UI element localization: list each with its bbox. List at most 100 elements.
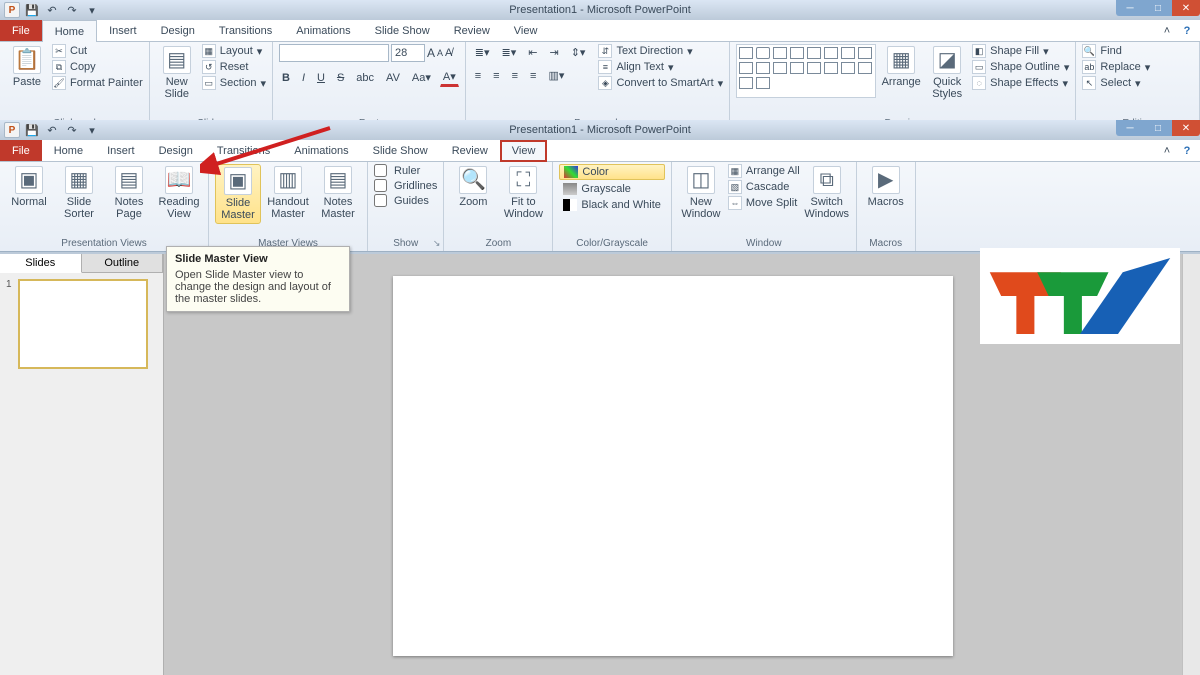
- normal-view-button[interactable]: ▣Normal: [6, 164, 52, 208]
- copy-button[interactable]: ⧉Copy: [52, 60, 143, 74]
- find-button[interactable]: 🔍Find: [1082, 44, 1150, 58]
- quick-styles-button[interactable]: ◪Quick Styles: [926, 44, 968, 100]
- italic-button[interactable]: I: [299, 70, 308, 86]
- tab2-insert[interactable]: Insert: [95, 140, 147, 161]
- notes-page-button[interactable]: ▤Notes Page: [106, 164, 152, 220]
- close-button[interactable]: ✕: [1172, 0, 1200, 16]
- tab2-file[interactable]: File: [0, 140, 42, 161]
- close-button-2[interactable]: ✕: [1172, 120, 1200, 136]
- replace-button[interactable]: abReplace ▾: [1082, 60, 1150, 74]
- slide-sorter-button[interactable]: ▦Slide Sorter: [56, 164, 102, 220]
- guides-checkbox[interactable]: Guides: [374, 194, 437, 207]
- numbering-button[interactable]: ≣▾: [499, 44, 520, 61]
- zoom-button[interactable]: 🔍Zoom: [450, 164, 496, 208]
- tab-review[interactable]: Review: [442, 20, 502, 41]
- tab2-review[interactable]: Review: [440, 140, 500, 161]
- slide-master-button[interactable]: ▣Slide Master: [215, 164, 261, 224]
- notes-master-button[interactable]: ▤Notes Master: [315, 164, 361, 220]
- grow-font-icon[interactable]: A: [427, 46, 435, 60]
- bw-button[interactable]: Black and White: [559, 198, 664, 212]
- select-button[interactable]: ↖Select ▾: [1082, 76, 1150, 90]
- save-icon-2[interactable]: 💾: [24, 122, 40, 138]
- tab-home[interactable]: Home: [42, 20, 97, 42]
- align-right-button[interactable]: ≡: [509, 68, 521, 84]
- smartart-button[interactable]: ◈Convert to SmartArt ▾: [598, 76, 723, 90]
- reading-view-button[interactable]: 📖Reading View: [156, 164, 202, 220]
- redo-icon-2[interactable]: ↷: [64, 122, 80, 138]
- underline-button[interactable]: U: [314, 70, 328, 86]
- shape-outline-button[interactable]: ▭Shape Outline ▾: [972, 60, 1069, 74]
- vertical-scrollbar[interactable]: [1182, 254, 1200, 675]
- redo-icon[interactable]: ↷: [64, 2, 80, 18]
- columns-button[interactable]: ▥▾: [545, 67, 567, 84]
- cut-button[interactable]: ✂Cut: [52, 44, 143, 58]
- handout-master-button[interactable]: ▥Handout Master: [265, 164, 311, 220]
- tab2-slideshow[interactable]: Slide Show: [361, 140, 440, 161]
- shadow-button[interactable]: abc: [353, 70, 377, 86]
- save-icon[interactable]: 💾: [24, 2, 40, 18]
- tab2-animations[interactable]: Animations: [282, 140, 360, 161]
- shrink-font-icon[interactable]: A: [437, 48, 443, 58]
- tab-view[interactable]: View: [502, 20, 550, 41]
- qat-dropdown-icon-2[interactable]: ▾: [84, 122, 100, 138]
- justify-button[interactable]: ≡: [527, 68, 539, 84]
- paste-button[interactable]: 📋 Paste: [6, 44, 48, 88]
- font-family-input[interactable]: [279, 44, 389, 62]
- arrange-all-button[interactable]: ▦Arrange All: [728, 164, 800, 178]
- tab-slideshow[interactable]: Slide Show: [363, 20, 442, 41]
- move-split-button[interactable]: ⇔Move Split: [728, 196, 800, 210]
- ruler-checkbox[interactable]: Ruler: [374, 164, 437, 177]
- align-center-button[interactable]: ≡: [490, 68, 502, 84]
- grayscale-button[interactable]: Grayscale: [559, 182, 664, 196]
- qat-dropdown-icon[interactable]: ▾: [84, 2, 100, 18]
- shapes-gallery[interactable]: [736, 44, 876, 98]
- format-painter-button[interactable]: 🖌Format Painter: [52, 76, 143, 90]
- help-icon-2[interactable]: ?: [1180, 145, 1194, 157]
- case-button[interactable]: Aa▾: [409, 69, 434, 86]
- new-window-button[interactable]: ◫New Window: [678, 164, 724, 220]
- undo-icon[interactable]: ↶: [44, 2, 60, 18]
- help-icon[interactable]: ?: [1180, 25, 1194, 37]
- strike-button[interactable]: S: [334, 70, 347, 86]
- slide-canvas[interactable]: [393, 276, 953, 656]
- new-slide-button[interactable]: ▤ New Slide: [156, 44, 198, 100]
- minimize-button-2[interactable]: ─: [1116, 120, 1144, 136]
- tab-design[interactable]: Design: [149, 20, 207, 41]
- spacing-button[interactable]: AV: [383, 70, 403, 86]
- tab-transitions[interactable]: Transitions: [207, 20, 284, 41]
- line-spacing-button[interactable]: ⇕▾: [568, 44, 589, 61]
- indent-out-button[interactable]: ⇤: [525, 44, 540, 61]
- align-left-button[interactable]: ≡: [472, 68, 484, 84]
- align-text-button[interactable]: ≡Align Text ▾: [598, 60, 723, 74]
- arrange-button[interactable]: ▦Arrange: [880, 44, 922, 88]
- minimize-ribbon-icon-2[interactable]: ˄: [1160, 145, 1174, 157]
- minimize-button[interactable]: ─: [1116, 0, 1144, 16]
- tab2-design[interactable]: Design: [147, 140, 205, 161]
- text-direction-button[interactable]: ⇵Text Direction ▾: [598, 44, 723, 58]
- switch-windows-button[interactable]: ⧉Switch Windows: [804, 164, 850, 220]
- bullets-button[interactable]: ≣▾: [472, 44, 493, 61]
- maximize-button-2[interactable]: □: [1144, 120, 1172, 136]
- section-button[interactable]: ▭Section ▾: [202, 76, 266, 90]
- gridlines-checkbox[interactable]: Gridlines: [374, 179, 437, 192]
- reset-button[interactable]: ↺Reset: [202, 60, 266, 74]
- font-color-button[interactable]: A▾: [440, 68, 459, 87]
- tab-file[interactable]: File: [0, 20, 42, 41]
- font-size-input[interactable]: 28: [391, 44, 425, 62]
- tab2-transitions[interactable]: Transitions: [205, 140, 282, 161]
- undo-icon-2[interactable]: ↶: [44, 122, 60, 138]
- layout-button[interactable]: ▦Layout ▾: [202, 44, 266, 58]
- bold-button[interactable]: B: [279, 70, 293, 86]
- cascade-button[interactable]: ▧Cascade: [728, 180, 800, 194]
- tab-insert[interactable]: Insert: [97, 20, 149, 41]
- minimize-ribbon-icon[interactable]: ˄: [1160, 25, 1174, 37]
- clear-format-icon[interactable]: A̸: [445, 47, 452, 59]
- outline-tab[interactable]: Outline: [82, 254, 164, 273]
- slides-tab[interactable]: Slides: [0, 254, 82, 273]
- indent-in-button[interactable]: ⇥: [546, 44, 561, 61]
- macros-button[interactable]: ▶Macros: [863, 164, 909, 208]
- shape-fill-button[interactable]: ◧Shape Fill ▾: [972, 44, 1069, 58]
- shape-effects-button[interactable]: ◌Shape Effects ▾: [972, 76, 1069, 90]
- tab-animations[interactable]: Animations: [284, 20, 362, 41]
- tab2-home[interactable]: Home: [42, 140, 95, 161]
